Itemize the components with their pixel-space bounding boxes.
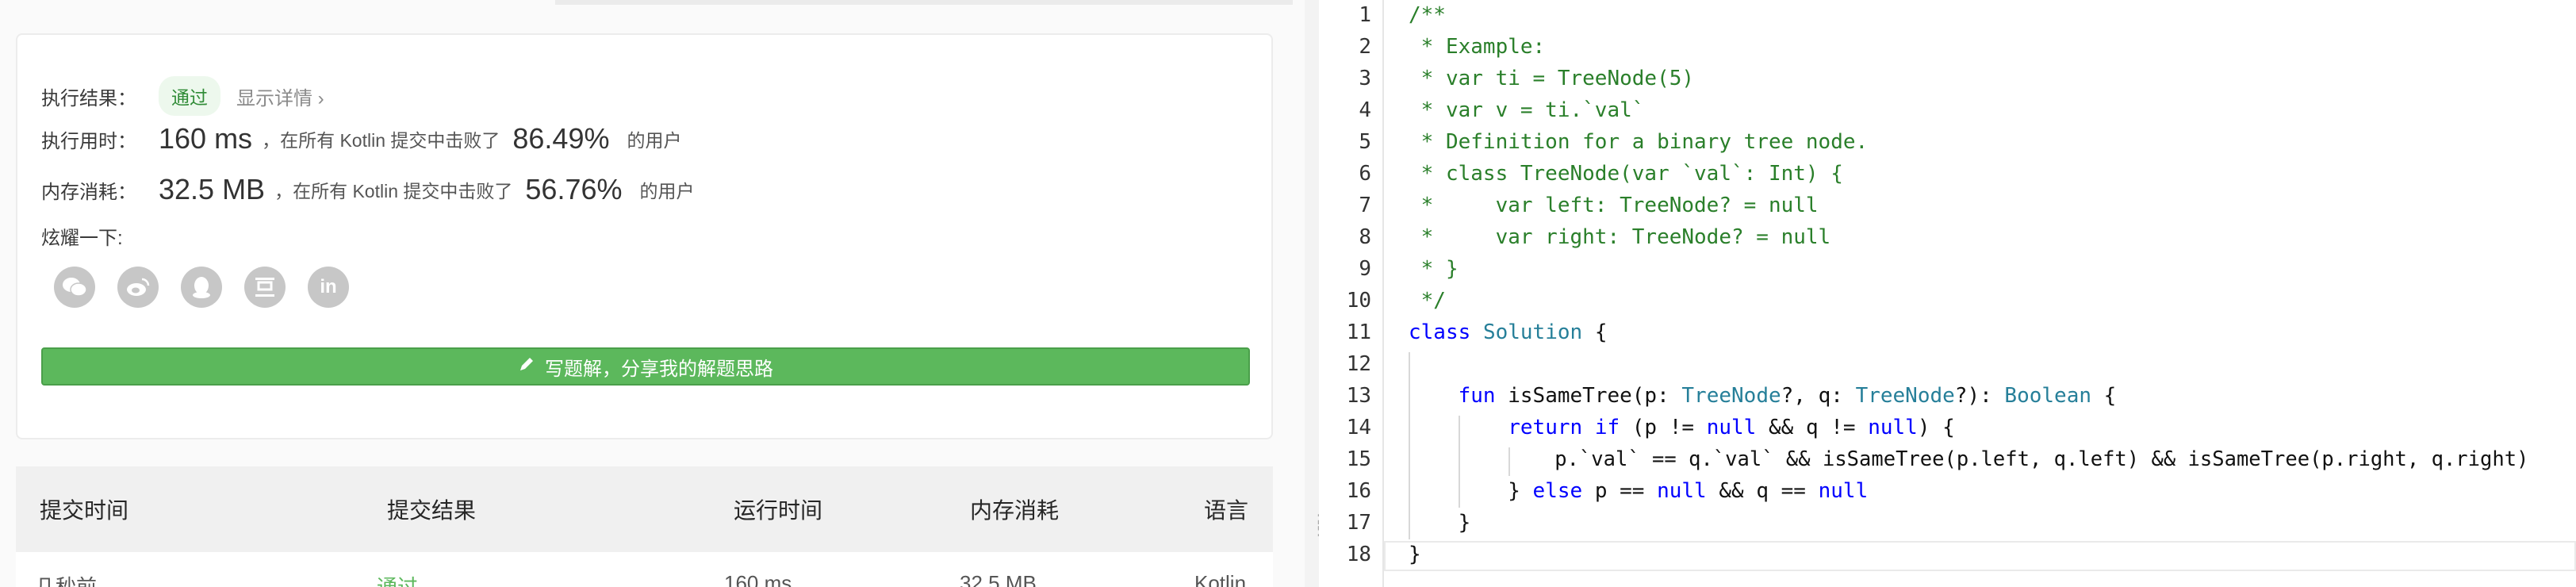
row-language: Kotlin: [1194, 571, 1247, 587]
qq-icon[interactable]: [181, 267, 222, 308]
weibo-icon[interactable]: [117, 267, 159, 308]
line-number: 5: [1359, 130, 1371, 154]
code-line: * var v = ti.`val`: [1409, 98, 1645, 122]
memory-row: 内存消耗： 32.5 MB ，在所有 Kotlin 提交中击败了 56.76% …: [41, 165, 695, 214]
runtime-suffix: 的用户: [627, 130, 682, 151]
line-number-gutter: 1 2 3 4 5 6 7 8 9 10 11 12 13 14 15 16 1…: [1319, 0, 1384, 587]
code-line: * var ti = TreeNode(5): [1409, 67, 1695, 90]
memory-compare-text: ，在所有 Kotlin 提交中击败了: [274, 181, 513, 201]
result-panel: 执行结果： 通过 显示详情 › 执行用时： 160 ms ，在所有 Kotlin…: [0, 0, 1305, 587]
memory-percent: 56.76%: [525, 173, 623, 205]
submission-table: 提交时间 提交结果 运行时间 内存消耗 语言 几秒前 通过 160 ms 32.…: [16, 466, 1273, 587]
douban-icon[interactable]: [244, 267, 286, 308]
line-number: 9: [1359, 257, 1371, 281]
line-number: 18: [1346, 543, 1371, 566]
top-scroll-strip: [555, 0, 1293, 5]
line-number: 13: [1346, 384, 1371, 408]
code-line: p.`val` == q.`val` && isSameTree(p.left,…: [1409, 447, 2529, 471]
code-line: * Example:: [1409, 35, 1546, 59]
line-number: 16: [1346, 479, 1371, 503]
line-number: 4: [1359, 98, 1371, 122]
line-number: 6: [1359, 162, 1371, 186]
header-runtime: 运行时间: [734, 498, 823, 523]
code-line: * class TreeNode(var `val`: Int) {: [1409, 162, 1843, 186]
code-line: /**: [1409, 3, 1446, 27]
line-number: 10: [1346, 289, 1371, 313]
memory-value: 32.5 MB: [159, 173, 266, 205]
code-line: }: [1409, 543, 1421, 566]
write-solution-button[interactable]: 写题解，分享我的解题思路: [41, 347, 1250, 386]
row-memory: 32.5 MB: [960, 571, 1037, 587]
code-line: * }: [1409, 257, 1459, 281]
share-row: 炫耀一下:: [41, 216, 123, 255]
wechat-icon[interactable]: [54, 267, 95, 308]
row-result-link[interactable]: 通过: [377, 571, 418, 587]
code-line: * var left: TreeNode? = null: [1409, 194, 1819, 217]
memory-suffix: 的用户: [639, 181, 695, 201]
runtime-percent: 86.49%: [512, 122, 610, 155]
line-number: 14: [1346, 416, 1371, 439]
line-number: 8: [1359, 225, 1371, 249]
code-line: * var right: TreeNode? = null: [1409, 225, 1831, 249]
linkedin-icon[interactable]: in: [308, 267, 349, 308]
code-line: }: [1409, 511, 1471, 535]
runtime-label: 执行用时：: [41, 130, 136, 152]
line-number: 15: [1346, 447, 1371, 471]
code-line: return if (p != null && q != null) {: [1508, 416, 1955, 439]
line-number: 7: [1359, 194, 1371, 217]
code-line: } else p == null && q == null: [1409, 479, 1869, 503]
status-row: 执行结果： 通过 显示详情 ›: [41, 76, 324, 116]
share-icons: in: [54, 267, 349, 308]
share-label: 炫耀一下:: [41, 227, 123, 249]
line-number: 17: [1346, 511, 1371, 535]
code-editor[interactable]: 1 2 3 4 5 6 7 8 9 10 11 12 13 14 15 16 1…: [1319, 0, 2576, 587]
pane-splitter[interactable]: [1305, 0, 1319, 587]
row-time: 几秒前: [35, 575, 98, 587]
header-memory: 内存消耗: [970, 498, 1060, 523]
code-line: fun isSameTree(p: TreeNode?, q: TreeNode…: [1458, 384, 2117, 408]
line-number: 12: [1346, 352, 1371, 376]
result-card: 执行结果： 通过 显示详情 › 执行用时： 160 ms ，在所有 Kotlin…: [16, 33, 1273, 439]
active-line-highlight: [1384, 541, 2576, 571]
runtime-value: 160 ms: [159, 122, 253, 155]
line-number: 3: [1359, 67, 1371, 90]
pencil-icon: [518, 355, 535, 378]
memory-label: 内存消耗：: [41, 181, 136, 203]
code-line: */: [1409, 289, 1446, 313]
runtime-compare-text: ，在所有 Kotlin 提交中击败了: [262, 130, 500, 151]
table-row[interactable]: 几秒前 通过 160 ms 32.5 MB Kotlin: [16, 552, 1273, 587]
status-label: 执行结果：: [41, 87, 136, 109]
line-number: 1: [1359, 3, 1371, 27]
row-runtime: 160 ms: [724, 571, 792, 587]
code-line: * Definition for a binary tree node.: [1409, 130, 1869, 154]
line-number: 11: [1346, 320, 1371, 344]
write-solution-label: 写题解，分享我的解题思路: [545, 358, 773, 380]
show-details-link[interactable]: 显示详情 ›: [236, 82, 324, 110]
header-submit-result: 提交结果: [387, 498, 477, 523]
runtime-row: 执行用时： 160 ms ，在所有 Kotlin 提交中击败了 86.49% 的…: [41, 114, 682, 163]
line-number: 2: [1359, 35, 1371, 59]
status-badge: 通过: [159, 76, 220, 116]
code-line: class Solution {: [1409, 320, 1608, 344]
header-language: 语言: [1204, 498, 1249, 523]
header-submit-time: 提交时间: [40, 498, 129, 523]
submission-table-header: 提交时间 提交结果 运行时间 内存消耗 语言: [16, 466, 1273, 552]
